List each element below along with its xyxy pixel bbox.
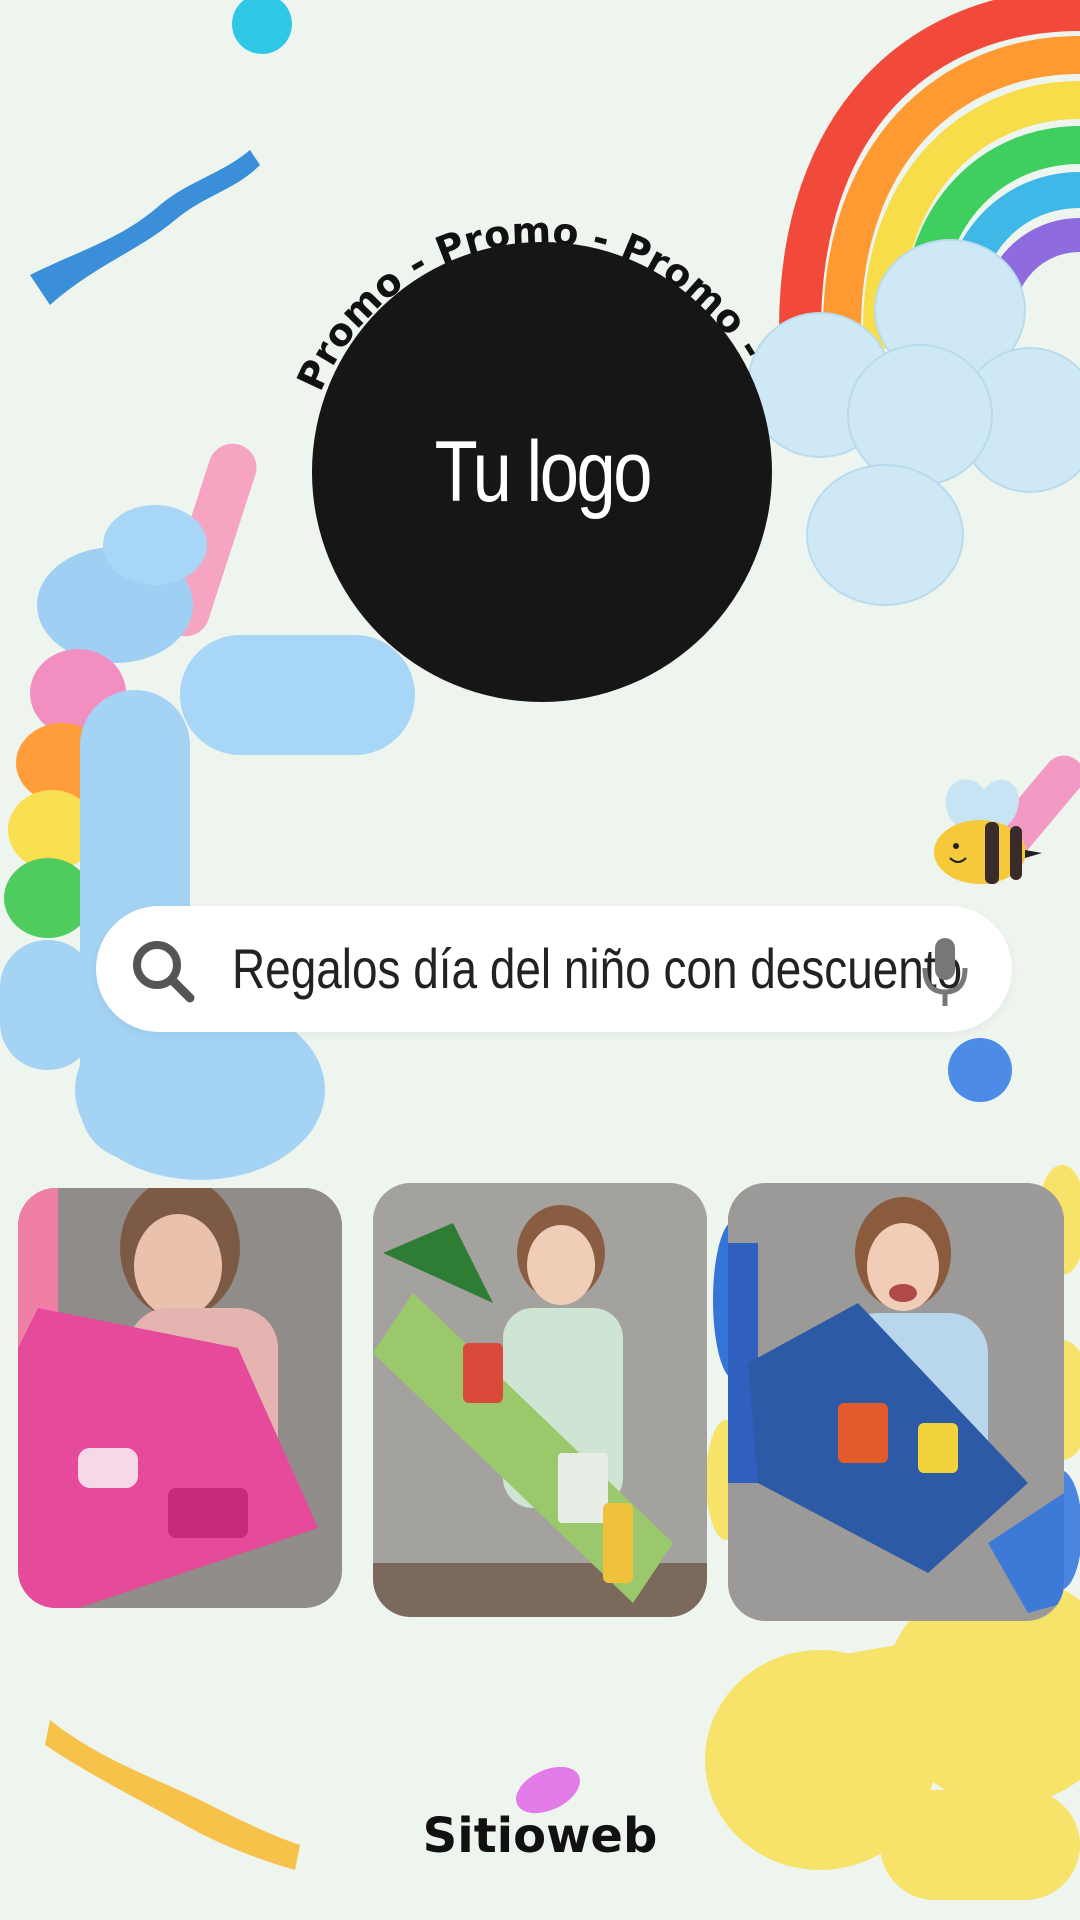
photo-card-3[interactable] (728, 1183, 1064, 1621)
bee-icon (934, 779, 1042, 884)
photo-card-1[interactable] (18, 1188, 342, 1608)
logo-badge: Promo - Promo - Promo - Tu logo (250, 190, 830, 770)
photo-girl-blue-bouquet (728, 1183, 1064, 1621)
footer-website[interactable]: Sitioweb (0, 1808, 1080, 1864)
logo-circle: Tu logo (312, 242, 772, 702)
search-query[interactable]: Regalos día del niño con descuento (232, 906, 962, 1032)
search-bar[interactable]: Regalos día del niño con descuento (96, 906, 1012, 1032)
search-icon[interactable] (130, 938, 196, 1004)
microphone-icon[interactable] (920, 938, 970, 1008)
photo-girl-green-bouquet (373, 1183, 707, 1617)
photo-card-2[interactable] (373, 1183, 707, 1617)
photo-girl-pink-bouquet (18, 1188, 342, 1608)
logo-text: Tu logo (434, 423, 652, 520)
